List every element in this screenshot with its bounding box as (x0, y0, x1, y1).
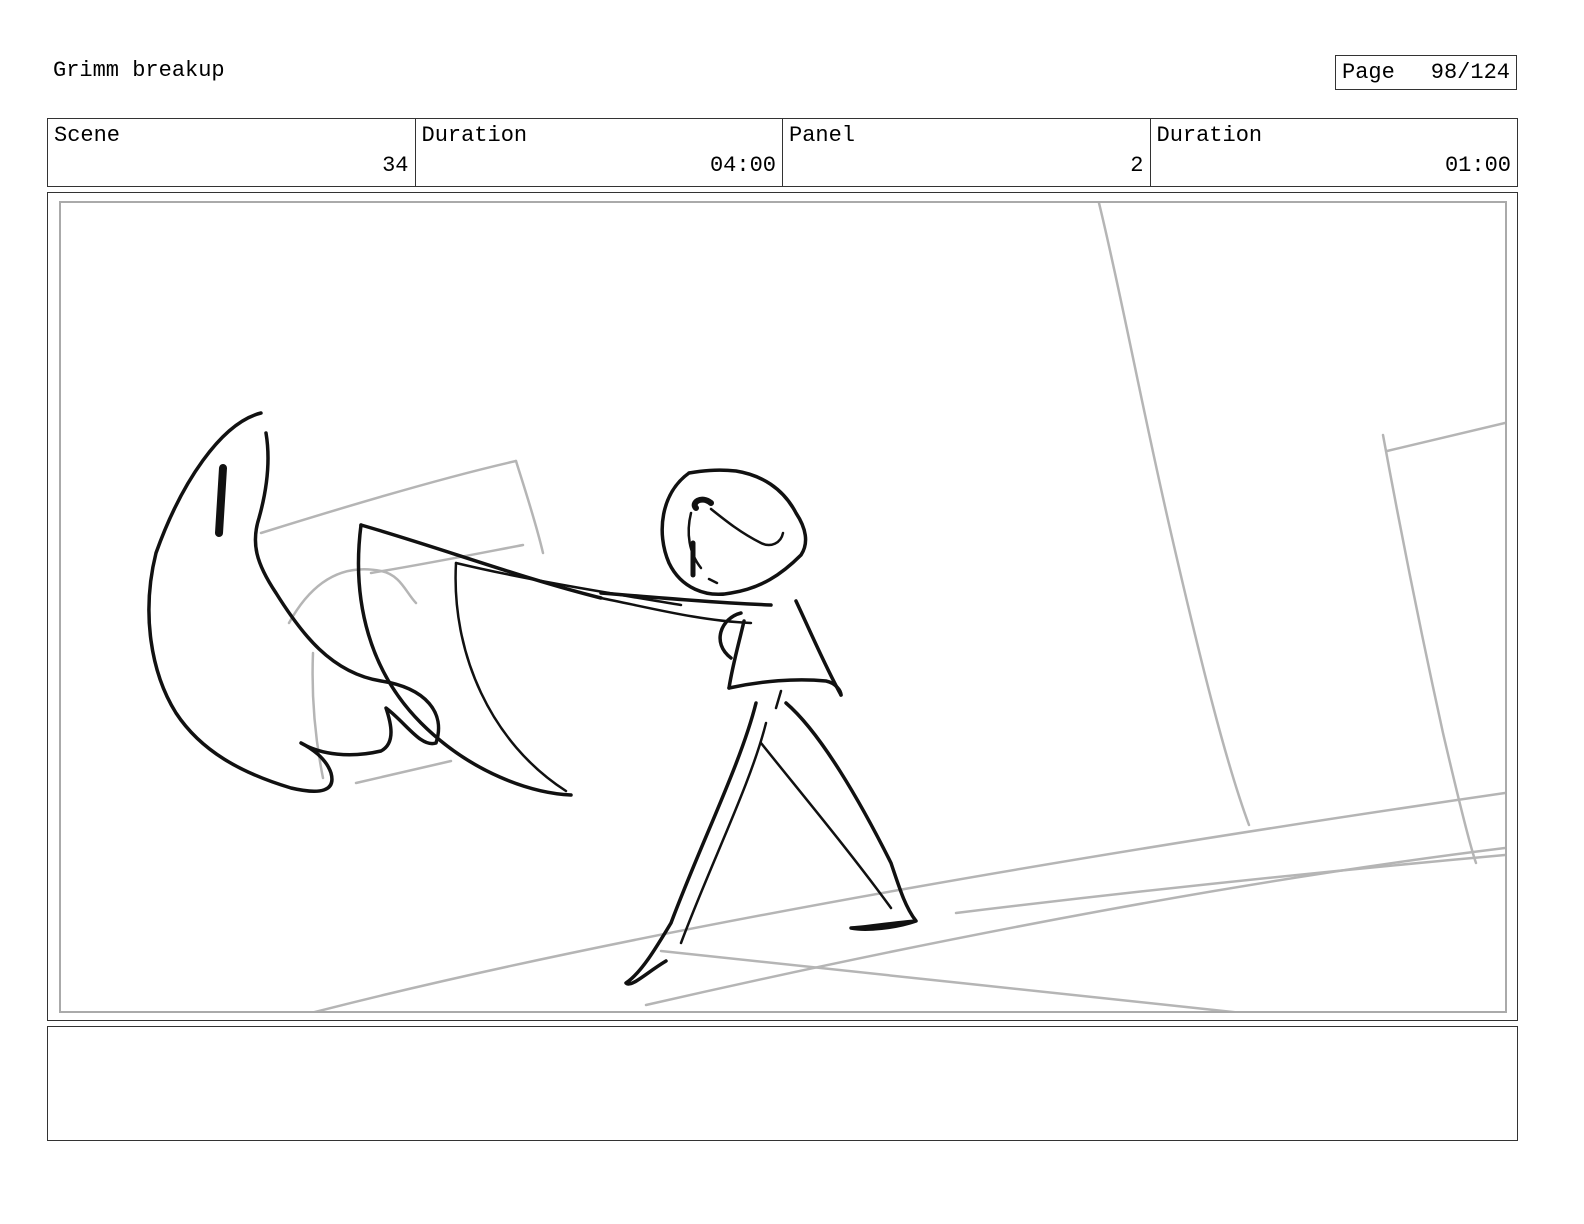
swing-arc-inner (454, 561, 568, 793)
ghost-eye (215, 464, 227, 537)
swing-mid-line (454, 561, 683, 607)
character-hair-line (709, 507, 785, 547)
document-title: Grimm breakup (53, 58, 225, 83)
scene-cell: Scene 34 (48, 119, 416, 186)
character-sketch (147, 411, 918, 986)
panel-info-row: Scene 34 Duration 04:00 Panel 2 Duration… (47, 118, 1518, 187)
panel-label: Panel (789, 123, 856, 148)
scene-value: 34 (382, 153, 409, 178)
floor-line-2 (644, 846, 1505, 1007)
panel-duration-value: 01:00 (1444, 153, 1511, 178)
character-skirt-top (727, 678, 843, 697)
panel-value: 2 (1130, 153, 1144, 178)
box-right (514, 459, 545, 555)
wall-line-left (1097, 203, 1251, 827)
character-leg-front (784, 701, 918, 931)
page-number: 98/124 (1430, 60, 1510, 85)
character-head (660, 468, 808, 596)
panel-duration-cell: Duration 01:00 (1151, 119, 1518, 186)
scene-duration-label: Duration (421, 123, 528, 148)
scene-duration-value: 04:00 (709, 153, 776, 178)
box-top (259, 459, 518, 535)
ghost-curve (287, 568, 418, 625)
storyboard-sketch (147, 203, 1505, 1011)
scene-duration-cell: Duration 04:00 (416, 119, 783, 186)
character-torso-left (727, 619, 746, 690)
wall-top-edge (1385, 421, 1505, 453)
character-mouth (707, 577, 719, 585)
page-indicator: Page 98/124 (1335, 55, 1517, 90)
character-leg-back (624, 701, 758, 986)
character-belt-mark (774, 689, 783, 710)
storyboard-drawing-area (59, 201, 1507, 1013)
ghost-body (147, 411, 441, 793)
page-label: Page (1342, 60, 1395, 85)
floor-line-3 (954, 853, 1505, 915)
panel-cell: Panel 2 (783, 119, 1151, 186)
character-ear (691, 496, 714, 511)
panel-duration-label: Duration (1156, 123, 1263, 148)
storyboard-panel-frame (47, 192, 1518, 1021)
swing-top-line (359, 523, 603, 600)
character-leg-back-inner (679, 721, 768, 945)
background-lines (259, 203, 1505, 1011)
scene-label: Scene (54, 123, 121, 148)
box-bottom (354, 759, 453, 785)
panel-notes-box (47, 1026, 1518, 1141)
